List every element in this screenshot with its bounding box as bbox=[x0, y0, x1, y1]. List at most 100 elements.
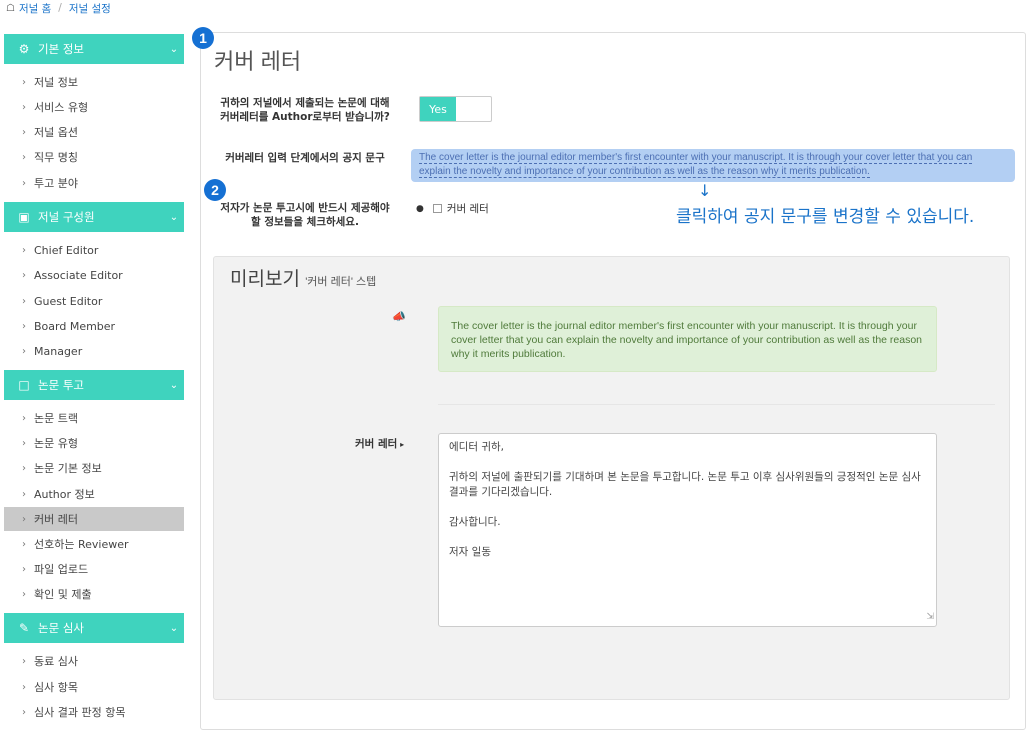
chevron-right-icon: › bbox=[22, 488, 26, 500]
sidebar-item-confirm-submit[interactable]: › 확인 및 제출 bbox=[4, 582, 184, 606]
sidebar-item-label: 파일 업로드 bbox=[34, 563, 89, 576]
sidebar-item-paper-track[interactable]: › 논문 트랙 bbox=[4, 406, 184, 430]
sidebar-item-review-criteria[interactable]: › 심사 항목 bbox=[4, 675, 184, 699]
sidebar-section-label: 논문 투고 bbox=[38, 378, 84, 392]
sidebar-item-guest-editor[interactable]: › Guest Editor bbox=[4, 289, 184, 313]
sidebar-item-label: 논문 기본 정보 bbox=[34, 462, 102, 475]
chevron-down-icon: ⌄ bbox=[169, 622, 179, 634]
chevron-right-icon: › bbox=[22, 437, 26, 449]
cover-letter-label-text: 커버 레터 bbox=[355, 438, 398, 450]
document-icon: □ bbox=[18, 378, 30, 392]
megaphone-icon: 📣 bbox=[392, 310, 406, 323]
sidebar-section-basic-info[interactable]: ⚙ 기본 정보 ⌄ bbox=[4, 34, 184, 64]
chevron-right-icon: › bbox=[22, 563, 26, 575]
chevron-right-icon: › bbox=[22, 101, 26, 113]
sidebar-item-cover-letter[interactable]: › 커버 레터 bbox=[4, 507, 184, 531]
cover-letter-checkbox[interactable] bbox=[432, 204, 442, 213]
chevron-right-icon: › bbox=[22, 244, 26, 256]
breadcrumb-current-link[interactable]: 저널 설정 bbox=[69, 1, 111, 16]
edit-icon: ✎ bbox=[18, 621, 30, 635]
label-line: 커버레터를 Author로부터 받습니까? bbox=[220, 111, 390, 123]
resize-handle-icon[interactable]: ⇲ bbox=[926, 610, 934, 625]
step-badge-2: 2 bbox=[204, 179, 226, 201]
sidebar-item-label: 저널 정보 bbox=[34, 76, 78, 89]
sidebar-item-label: Associate Editor bbox=[34, 268, 123, 282]
sidebar-item-service-type[interactable]: › 서비스 유형 bbox=[4, 95, 184, 119]
sidebar-item-journal-info[interactable]: › 저널 정보 bbox=[4, 70, 184, 94]
letter-greeting: 에디터 귀하, bbox=[449, 441, 504, 453]
sidebar-section-review[interactable]: ✎ 논문 심사 ⌄ bbox=[4, 613, 184, 643]
sidebar-item-paper-basic-info[interactable]: › 논문 기본 정보 bbox=[4, 456, 184, 480]
notice-text-label: 커버레터 입력 단계에서의 공지 문구 bbox=[225, 152, 385, 164]
step-badge-1: 1 bbox=[192, 27, 214, 49]
chevron-down-icon: ⌄ bbox=[169, 379, 179, 391]
sidebar-section-label: 기본 정보 bbox=[38, 42, 84, 56]
sidebar-item-label: 선호하는 Reviewer bbox=[34, 538, 129, 551]
edit-hint-text: 클릭하여 공지 문구를 변경할 수 있습니다. bbox=[676, 207, 975, 227]
sidebar-section-label: 저널 구성원 bbox=[38, 210, 95, 224]
sidebar-section-label: 논문 심사 bbox=[38, 621, 84, 635]
chevron-right-icon: › bbox=[22, 151, 26, 163]
breadcrumb-separator: / bbox=[58, 2, 62, 14]
preview-title-text: 미리보기 bbox=[230, 269, 300, 290]
chevron-down-icon: ⌄ bbox=[169, 211, 179, 223]
sidebar-item-associate-editor[interactable]: › Associate Editor bbox=[4, 263, 184, 287]
sidebar-item-peer-review[interactable]: › 동료 심사 bbox=[4, 649, 184, 673]
cover-letter-textarea[interactable]: 에디터 귀하, 귀하의 저널에 출판되기를 기대하며 본 논문을 투고합니다. … bbox=[438, 433, 937, 627]
toggle-yes: Yes bbox=[420, 97, 456, 121]
sidebar-item-file-upload[interactable]: › 파일 업로드 bbox=[4, 557, 184, 581]
briefcase-icon: ▣ bbox=[18, 210, 30, 224]
breadcrumb: ☖ 저널 홈 / 저널 설정 bbox=[6, 1, 111, 15]
cover-letter-label: 커버 레터 ▸ bbox=[355, 436, 404, 451]
chevron-right-icon: › bbox=[22, 412, 26, 424]
sidebar-item-label: 논문 트랙 bbox=[34, 412, 78, 425]
chevron-right-icon: › bbox=[22, 462, 26, 474]
sidebar-section-members[interactable]: ▣ 저널 구성원 ⌄ bbox=[4, 202, 184, 232]
sidebar-item-review-decision[interactable]: › 심사 결과 판정 항목 bbox=[4, 700, 184, 724]
sidebar-item-preferred-reviewer[interactable]: › 선호하는 Reviewer bbox=[4, 532, 184, 556]
cover-letter-checkbox-row: ● 커버 레터 bbox=[416, 201, 489, 216]
checkbox-label: 커버 레터 bbox=[446, 203, 489, 215]
sidebar-item-board-member[interactable]: › Board Member bbox=[4, 314, 184, 338]
sidebar-item-label: 동료 심사 bbox=[34, 655, 78, 668]
sidebar-item-label: Board Member bbox=[34, 319, 116, 333]
cover-letter-toggle[interactable]: Yes bbox=[419, 96, 492, 122]
sidebar-item-label: 논문 유형 bbox=[34, 437, 78, 450]
preview-title: 미리보기 '커버 레터' 스텝 bbox=[230, 264, 376, 291]
sidebar-item-label: 확인 및 제출 bbox=[34, 588, 92, 601]
required-info-label: 저자가 논문 투고시에 반드시 제공해야 할 정보들을 체크하세요. bbox=[214, 201, 396, 229]
sidebar-item-label: 직무 명칭 bbox=[34, 151, 78, 164]
gear-icon: ⚙ bbox=[18, 42, 30, 56]
notice-text-editable[interactable]: The cover letter is the journal editor m… bbox=[411, 149, 1015, 182]
sidebar-item-manager[interactable]: › Manager bbox=[4, 339, 184, 363]
chevron-right-icon: › bbox=[22, 295, 26, 307]
sidebar-item-journal-options[interactable]: › 저널 옵션 bbox=[4, 120, 184, 144]
sidebar-item-paper-type[interactable]: › 논문 유형 bbox=[4, 431, 184, 455]
letter-body: 귀하의 저널에 출판되기를 기대하며 본 논문을 투고합니다. 논문 투고 이후… bbox=[449, 471, 921, 498]
sidebar-item-label: Manager bbox=[34, 344, 83, 358]
sidebar-item-chief-editor[interactable]: › Chief Editor bbox=[4, 238, 184, 262]
cover-letter-required-label: 귀하의 저널에서 제출되는 논문에 대해 커버레터를 Author로부터 받습니… bbox=[214, 96, 396, 124]
chevron-right-icon: › bbox=[22, 269, 26, 281]
sidebar-item-label: 저널 옵션 bbox=[34, 126, 78, 139]
chevron-right-icon: › bbox=[22, 681, 26, 693]
sidebar-item-label: 커버 레터 bbox=[34, 513, 78, 526]
sidebar-item-label: Chief Editor bbox=[34, 243, 99, 257]
sidebar-item-submission-fields[interactable]: › 투고 분야 bbox=[4, 171, 184, 195]
breadcrumb-home-link[interactable]: 저널 홈 bbox=[19, 1, 51, 16]
preview-notice-box: The cover letter is the journal editor m… bbox=[438, 306, 937, 372]
notice-line: The cover letter is the journal editor m… bbox=[419, 152, 973, 164]
caret-icon: ▸ bbox=[397, 440, 405, 449]
chevron-right-icon: › bbox=[22, 76, 26, 88]
sidebar-section-submission[interactable]: □ 논문 투고 ⌄ bbox=[4, 370, 184, 400]
divider bbox=[438, 404, 995, 405]
sidebar-item-job-titles[interactable]: › 직무 명칭 bbox=[4, 145, 184, 169]
label-line: 할 정보들을 체크하세요. bbox=[251, 216, 359, 228]
sidebar-item-label: Guest Editor bbox=[34, 294, 103, 308]
sidebar-item-author-info[interactable]: › Author 정보 bbox=[4, 482, 184, 506]
chevron-right-icon: › bbox=[22, 538, 26, 550]
notice-line: explain the novelty and importance of yo… bbox=[419, 166, 870, 178]
label-line: 귀하의 저널에서 제출되는 논문에 대해 bbox=[220, 97, 390, 109]
arrow-down-icon: ↓ bbox=[698, 181, 712, 200]
letter-thanks: 감사합니다. bbox=[449, 516, 501, 528]
